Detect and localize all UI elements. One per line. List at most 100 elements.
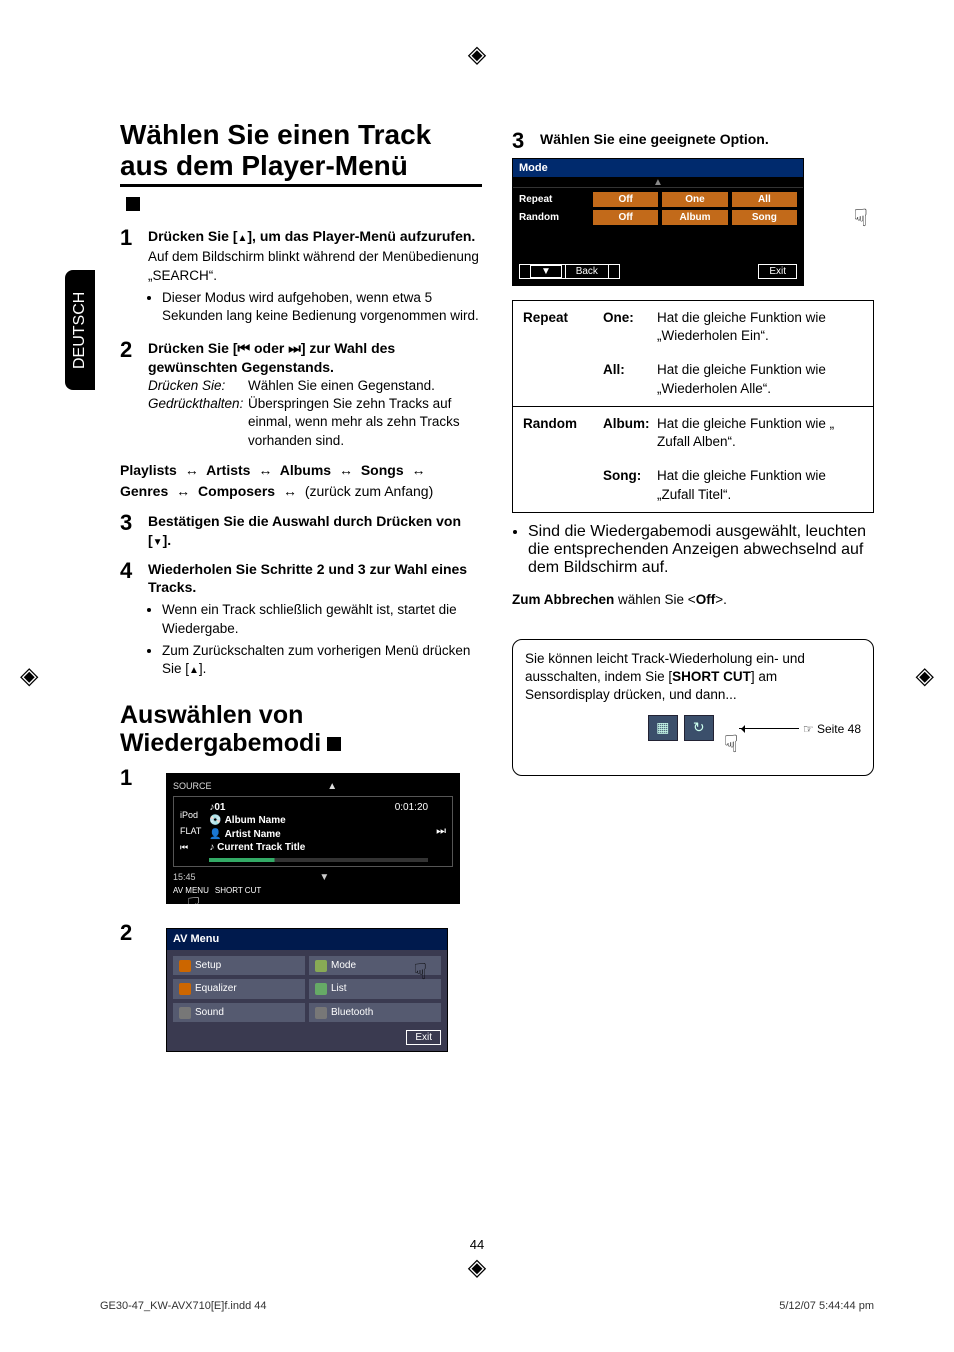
exit-button[interactable]: Exit (406, 1030, 441, 1045)
down-triangle-icon (530, 265, 562, 278)
menu-bluetooth[interactable]: Bluetooth (309, 1003, 441, 1023)
step-2: 2 Drücken Sie [⏮ oder ⏭] zur Wahl des ge… (120, 339, 482, 450)
step3-text-b: ]. (163, 532, 172, 548)
page-number: 44 (470, 1237, 484, 1252)
step-3: 3 Bestätigen Sie die Auswahl durch Drück… (120, 512, 482, 550)
left-column: Wählen Sie einen Track aus dem Player-Me… (120, 120, 482, 1064)
table-cell: One (603, 310, 629, 325)
step-number: 1 (120, 227, 138, 329)
menu-sound[interactable]: Sound (173, 1003, 305, 1023)
def-val-1: Wählen Sie einen Gegenstand. (248, 377, 482, 395)
registration-mark-icon: ◈ (468, 40, 486, 69)
category-chain: Playlists ↔ Artists ↔ Albums ↔ Songs ↔ G… (120, 460, 482, 502)
chain-item: Composers (198, 483, 275, 499)
track-number: 01 (214, 802, 225, 813)
gear-icon (179, 960, 191, 972)
tap-hand-icon: ☟ (853, 204, 868, 233)
mode-icon (315, 960, 327, 972)
menu-equalizer[interactable]: Equalizer (173, 979, 305, 999)
chain-item: Albums (280, 462, 331, 478)
double-arrow-icon: ↔ (185, 462, 199, 478)
step4-bullet-2: Zum Zurückschalten zum vorherigen Menü d… (162, 642, 482, 678)
table-cell: Hat die gleiche Funktion wie „Wiederhole… (657, 353, 873, 405)
step-number: 1 (120, 767, 138, 912)
exit-button[interactable]: Exit (758, 264, 797, 279)
bluetooth-icon (315, 1007, 327, 1019)
arrow-line-icon (739, 728, 799, 729)
mode-step-1: 1 SOURCE iPod FLAT ⏮ (120, 767, 482, 912)
up-triangle-icon (237, 228, 247, 244)
mode-screenshot: Mode Repeat Off One All Random (512, 158, 804, 286)
step-number: 4 (120, 560, 138, 683)
back-button[interactable]: Back (519, 264, 620, 279)
step1-text-b: ], um das Player-Menü aufzurufen. (247, 228, 475, 244)
step3-text-a: Bestätigen Sie die Auswahl durch Drücken… (148, 513, 461, 548)
step2-text-a: Drücken Sie [ (148, 340, 237, 356)
sensor-grid-icon[interactable]: ▦ (648, 715, 678, 741)
next-track-icon: ⏭ (288, 340, 301, 356)
elapsed-time: 0:01:20 (395, 801, 428, 815)
up-triangle-icon (327, 780, 337, 794)
table-cell: Hat die gleiche Funktion wie „Zufall Tit… (657, 459, 873, 511)
step-number: 3 (120, 512, 138, 550)
repeat-all-button[interactable]: All (732, 192, 797, 207)
heading-text: Wählen Sie einen Track aus dem Player-Me… (120, 119, 431, 181)
step-1: 1 Drücken Sie [], um das Player-Menü auf… (120, 227, 482, 329)
down-triangle-icon (319, 871, 329, 885)
track-title: Current Track Title (217, 842, 305, 853)
av-menu-screenshot: AV Menu Setup Mode Equalizer List Sound … (166, 928, 448, 1052)
language-tab: DEUTSCH (65, 270, 95, 390)
menu-setup[interactable]: Setup (173, 956, 305, 976)
av-menu-title: AV Menu (167, 929, 447, 950)
mode-step-2: 2 AV Menu Setup Mode Equalizer List Soun… (120, 922, 482, 1060)
shortcut-button[interactable]: SHORT CUT (215, 886, 261, 897)
prev-track-icon: ⏮ (180, 841, 201, 853)
prev-track-icon: ⏮ (237, 340, 250, 356)
random-off-button[interactable]: Off (593, 210, 658, 225)
sound-icon (179, 1007, 191, 1019)
step-number: 2 (120, 922, 138, 1060)
double-arrow-icon: ↔ (339, 462, 353, 478)
step-number: 2 (120, 339, 138, 450)
repeat-one-button[interactable]: One (662, 192, 727, 207)
def-val-2: Überspringen Sie zehn Tracks auf einmal,… (248, 395, 482, 450)
mode-note-bullet: Sind die Wiedergabemodi ausgewählt, leuc… (528, 523, 874, 577)
random-album-button[interactable]: Album (662, 210, 727, 225)
artist-name: Artist Name (225, 829, 281, 840)
down-triangle-icon (153, 532, 163, 548)
tap-hand-icon: ☟ (414, 957, 427, 987)
equalizer-icon (179, 983, 191, 995)
next-track-icon: ⏭ (436, 824, 446, 839)
: ▦ ↻ (648, 715, 714, 741)
mode-step-3: 3 Wählen Sie eine geeignete Option. (512, 130, 874, 152)
up-triangle-icon (189, 661, 199, 676)
sensor-repeat-icon[interactable]: ↻ (684, 715, 714, 741)
up-triangle-icon (653, 177, 663, 188)
tap-hand-icon: ☟ (187, 891, 200, 921)
step4-lead: Wiederholen Sie Schritte 2 und 3 zur Wah… (148, 561, 467, 596)
table-cell: Hat die gleiche Funktion wie „ Zufall Al… (657, 407, 873, 459)
section-heading: Wählen Sie einen Track aus dem Player-Me… (120, 120, 482, 217)
repeat-label: Repeat (519, 192, 589, 207)
repeat-off-button[interactable]: Off (593, 192, 658, 207)
double-arrow-icon: ↔ (176, 483, 190, 499)
label-flat: FLAT (180, 825, 201, 837)
footer-date: 5/12/07 5:44:44 pm (779, 1300, 874, 1312)
shortcut-callout: Sie können leicht Track-Wiederholung ein… (512, 639, 874, 776)
step4-bullet-1: Wenn ein Track schließlich gewählt ist, … (162, 601, 482, 637)
ipod-player-screenshot: SOURCE iPod FLAT ⏮ ♪01 (166, 773, 460, 904)
album-name: Album Name (225, 815, 286, 826)
table-cell: All (603, 362, 620, 377)
chain-item: Artists (206, 462, 250, 478)
chain-item: Genres (120, 483, 168, 499)
registration-mark-icon: ◈ (916, 662, 934, 691)
label-source: SOURCE (173, 780, 212, 794)
table-cell: Hat die gleiche Funktion wie „Wiederhole… (657, 301, 873, 353)
table-cell: Album (603, 416, 645, 431)
right-column: 3 Wählen Sie eine geeignete Option. Mode… (512, 120, 874, 1064)
table-cell: Song (603, 468, 637, 483)
tap-hand-icon: ☟ (724, 729, 739, 761)
random-song-button[interactable]: Song (732, 210, 797, 225)
random-label: Random (519, 210, 589, 225)
footer-file: GE30-47_KW-AVX710[E]f.indd 44 (100, 1300, 267, 1312)
